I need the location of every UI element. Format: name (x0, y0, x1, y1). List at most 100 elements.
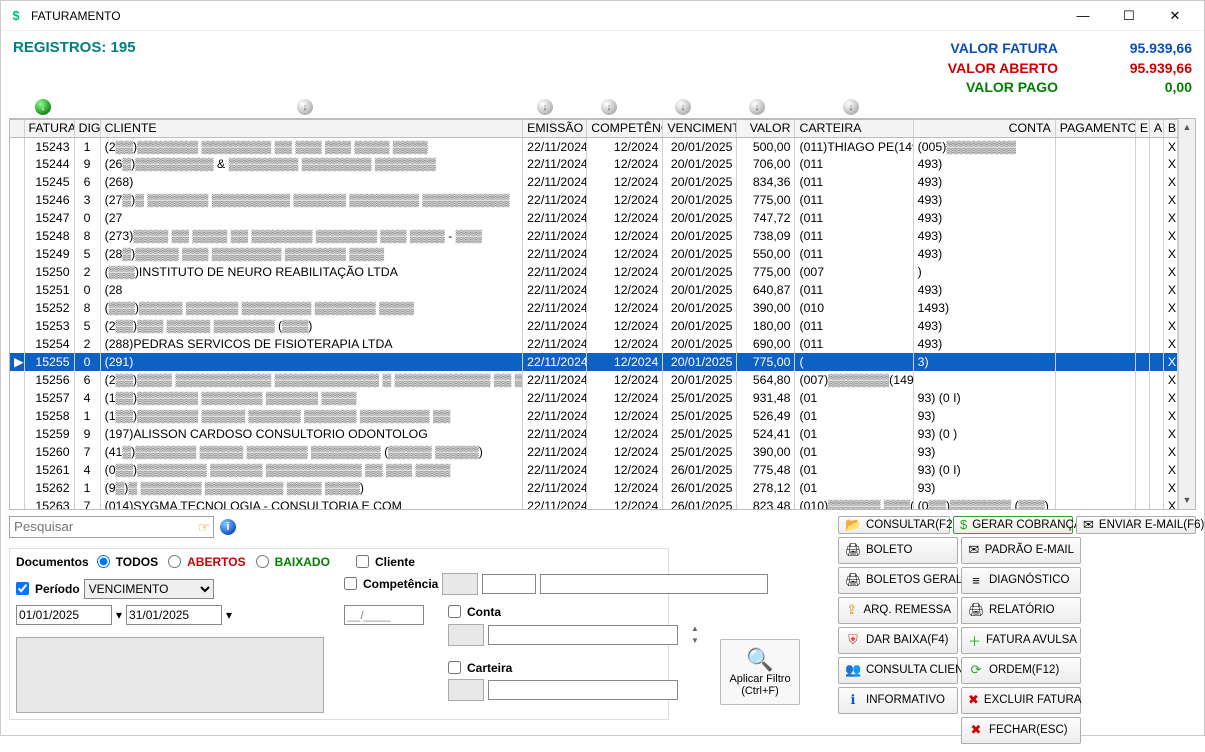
arrow-icon[interactable] (601, 99, 617, 115)
boleto-button[interactable]: 🖨BOLETO (838, 537, 958, 564)
table-row[interactable]: 152574(1▒▒)▒▒▒▒▒▒▒ ▒▒▒▒▒▒▒ ▒▒▒▒▒▒ ▒▒▒▒22… (10, 389, 1178, 407)
table-row[interactable]: 152502(▒▒▒)INSTITUTO DE NEURO REABILITAÇ… (10, 263, 1178, 281)
arrow-icon[interactable] (843, 99, 859, 115)
col-fatura[interactable]: FATURA (24, 119, 74, 137)
data-inicio[interactable] (16, 605, 112, 625)
table-row[interactable]: 152581(1▒▒)▒▒▒▒▒▒▒ ▒▒▒▒▒ ▒▒▒▒▒▒ ▒▒▒▒▒▒ ▒… (10, 407, 1178, 425)
col-dig[interactable]: DIG (74, 119, 100, 137)
label-valor-aberto: VALOR ABERTO (918, 59, 1058, 79)
scroll-up-icon[interactable]: ▲ (1179, 119, 1195, 136)
delete-icon: ✖ (968, 692, 979, 708)
info-icon[interactable]: i (220, 519, 236, 535)
minimize-button[interactable]: — (1060, 1, 1106, 31)
close-button[interactable]: ✕ (1152, 1, 1198, 31)
table-row[interactable]: 152607(41▒)▒▒▒▒▒▒▒ ▒▒▒▒▒ ▒▒▒▒▒▒▒ ▒▒▒▒▒▒▒… (10, 443, 1178, 461)
consultar-button[interactable]: 📂CONSULTAR(F2) (838, 516, 950, 534)
info-icon: ℹ (845, 692, 861, 708)
informativo-button[interactable]: ℹINFORMATIVO (838, 687, 958, 714)
summary-bar: REGISTROS: 195 VALOR FATURA95.939,66 VAL… (1, 31, 1204, 98)
table-row[interactable]: 152566(2▒▒)▒▒▒▒ ▒▒▒▒▒▒▒▒▒▒▒ ▒▒▒▒▒▒▒▒▒▒▒▒… (10, 371, 1178, 389)
ordem-button[interactable]: ⟳ORDEM(F12) (961, 657, 1081, 684)
col-valor[interactable]: VALOR (737, 119, 795, 137)
fechar-button[interactable]: ✖FECHAR(ESC) (961, 717, 1081, 744)
col-e[interactable]: E (1135, 119, 1149, 137)
boletos-geral-button[interactable]: 🖨BOLETOS GERAL (838, 567, 958, 594)
scrollbar[interactable]: ▲ ▼ (1178, 119, 1195, 509)
arrow-icon[interactable] (537, 99, 553, 115)
table-row[interactable]: ▶152550(291)22/11/202412/202420/01/20257… (10, 353, 1178, 371)
comp-code-box (442, 573, 478, 595)
conta-spinner[interactable]: ▲▼ (686, 623, 704, 647)
carteira-input[interactable] (488, 680, 678, 700)
arq-remessa-button[interactable]: ⇪ARQ. REMESSA (838, 597, 958, 624)
table-row[interactable]: 152528(▒▒▒)▒▒▒▒▒ ▒▒▒▒▒▒ ▒▒▒▒▒▒▒▒ ▒▒▒▒▒▒▒… (10, 299, 1178, 317)
table-row[interactable]: 152463(27▒)▒ ▒▒▒▒▒▒▒ ▒▒▒▒▒▒▒▒▒ ▒▒▒▒▒▒ ▒▒… (10, 191, 1178, 209)
consulta-cliente-button[interactable]: 👥CONSULTA CLIENTE (838, 657, 958, 684)
arrow-icon[interactable] (297, 99, 313, 115)
radio-abertos[interactable] (168, 555, 181, 568)
col-conta[interactable]: CONTA (913, 119, 1055, 137)
table-row[interactable]: 152535(2▒▒)▒▒▒ ▒▒▒▒▒ ▒▒▒▒▒▒▒ (▒▒▒)22/11/… (10, 317, 1178, 335)
enviar-email-button[interactable]: ✉ENVIAR E-MAIL(F6) (1076, 516, 1196, 534)
fatura-avulsa-button[interactable]: ＋FATURA AVULSA (961, 627, 1081, 654)
search-input[interactable] (9, 516, 214, 538)
cliente-input[interactable] (540, 574, 768, 594)
relatorio-button[interactable]: 🖨RELATÓRIO (961, 597, 1081, 624)
padrao-email-button[interactable]: ✉PADRÃO E-MAIL (961, 537, 1081, 564)
aplicar-filtro-button[interactable]: 🔍 Aplicar Filtro (Ctrl+F) (720, 639, 800, 705)
radio-baixado[interactable] (256, 555, 269, 568)
col-cliente[interactable]: CLIENTE (100, 119, 523, 137)
col-carteira[interactable]: CARTEIRA (795, 119, 913, 137)
valor-aberto: 95.939,66 (1082, 59, 1192, 79)
totals: VALOR FATURA95.939,66 VALOR ABERTO95.939… (918, 39, 1192, 98)
mask-input[interactable] (344, 605, 424, 625)
table-row[interactable]: 152637(014)SYGMA TECNOLOGIA - CONSULTORI… (10, 497, 1178, 509)
col-a[interactable]: A (1149, 119, 1163, 137)
col-emissao[interactable]: EMISSÃO (523, 119, 587, 137)
arrow-icon[interactable] (675, 99, 691, 115)
magnifier-icon: 🔍 (746, 647, 773, 673)
table-row[interactable]: 152449(26▒)▒▒▒▒▒▒▒▒▒ & ▒▒▒▒▒▒▒▒ ▒▒▒▒▒▒▒▒… (10, 155, 1178, 173)
data-fim[interactable] (126, 605, 222, 625)
table-row[interactable]: 152621(9▒)▒ ▒▒▒▒▒▒▒ ▒▒▒▒▒▒▒▒▒ ▒▒▒▒ ▒▒▒▒)… (10, 479, 1178, 497)
registros-count: REGISTROS: 195 (13, 39, 136, 98)
radio-todos[interactable] (97, 555, 110, 568)
mail-gear-icon: ✉ (968, 542, 980, 558)
diagnostico-button[interactable]: ≡DIAGNÓSTICO (961, 567, 1081, 594)
table-header[interactable]: FATURA DIG CLIENTE EMISSÃO COMPETÊNCIA V… (10, 119, 1178, 137)
table-row[interactable]: 152470(2722/11/202412/202420/01/2025747,… (10, 209, 1178, 227)
arrow-icon[interactable] (749, 99, 765, 115)
chk-cliente[interactable] (356, 555, 369, 568)
col-b[interactable]: B (1163, 119, 1177, 137)
chk-conta[interactable] (448, 605, 461, 618)
chk-carteira[interactable] (448, 661, 461, 674)
col-comp[interactable]: COMPETÊNCIA (587, 119, 663, 137)
search-hand-icon: ☞ (197, 519, 210, 536)
table-row[interactable]: 152542(288)PEDRAS SERVICOS DE FISIOTERAP… (10, 335, 1178, 353)
chk-periodo[interactable] (16, 582, 29, 595)
valor-pago: 0,00 (1082, 78, 1192, 98)
col-pagamento[interactable]: PAGAMENTO (1055, 119, 1135, 137)
table-row[interactable]: 152488(273)▒▒▒▒ ▒▒ ▒▒▒▒ ▒▒ ▒▒▒▒▒▒▒ ▒▒▒▒▒… (10, 227, 1178, 245)
excluir-fatura-button[interactable]: ✖EXCLUIR FATURA (961, 687, 1081, 714)
table-row[interactable]: 152495(28▒)▒▒▒▒▒ ▒▒▒ ▒▒▒▒▒▒▒▒ ▒▒▒▒▒▒▒ ▒▒… (10, 245, 1178, 263)
col-venc[interactable]: VENCIMENTO (663, 119, 737, 137)
table-row[interactable]: 152614(0▒▒)▒▒▒▒▒▒▒▒ ▒▒▒▒▒▒ ▒▒▒▒▒▒▒▒▒▒▒ ▒… (10, 461, 1178, 479)
scroll-down-icon[interactable]: ▼ (1179, 492, 1195, 509)
gerar-cobranca-button[interactable]: $GERAR COBRANÇA (953, 516, 1073, 534)
chk-competencia[interactable] (344, 577, 357, 590)
table-row[interactable]: 152510(2822/11/202412/202420/01/2025640,… (10, 281, 1178, 299)
conta-input[interactable] (488, 625, 678, 645)
periodo-tipo-select[interactable]: VENCIMENTO (84, 579, 214, 599)
valor-fatura: 95.939,66 (1082, 39, 1192, 59)
competencia-input[interactable] (482, 574, 536, 594)
table-row[interactable]: 152599(197)ALISSON CARDOSO CONSULTORIO O… (10, 425, 1178, 443)
dar-baixa-button[interactable]: ⛨DAR BAIXA(F4) (838, 627, 958, 654)
maximize-button[interactable]: ☐ (1106, 1, 1152, 31)
money-icon: $ (960, 517, 967, 532)
arrow-icon[interactable] (35, 99, 51, 115)
invoice-table[interactable]: FATURA DIG CLIENTE EMISSÃO COMPETÊNCIA V… (10, 119, 1178, 509)
table-row[interactable]: 152456(268)22/11/202412/202420/01/202583… (10, 173, 1178, 191)
conta-code-box (448, 624, 484, 646)
table-row[interactable]: 152431(2▒▒)▒▒▒▒▒▒▒ ▒▒▒▒▒▒▒▒ ▒▒ ▒▒▒ ▒▒▒ ▒… (10, 137, 1178, 155)
